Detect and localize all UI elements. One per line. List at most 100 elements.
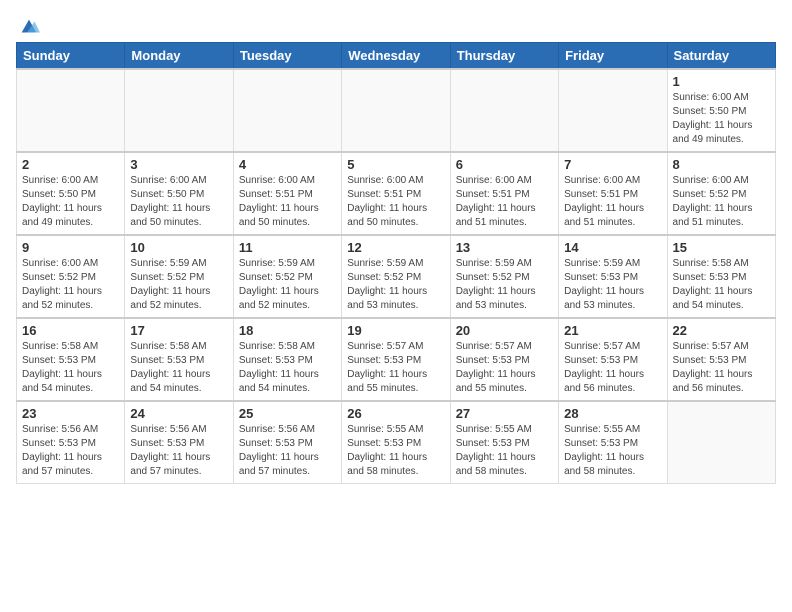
day-cell: 13 Sunrise: 5:59 AM Sunset: 5:52 PM Dayli… [450,235,558,318]
calendar-table: SundayMondayTuesdayWednesdayThursdayFrid… [16,42,776,484]
day-info: Sunrise: 5:57 AM Sunset: 5:53 PM Dayligh… [673,340,770,396]
day-info: Sunrise: 6:00 AM Sunset: 5:50 PM Dayligh… [130,174,227,230]
day-cell: 20 Sunrise: 5:57 AM Sunset: 5:53 PM Dayli… [450,318,558,401]
day-info: Sunrise: 6:00 AM Sunset: 5:52 PM Dayligh… [673,174,770,230]
day-info: Sunrise: 5:57 AM Sunset: 5:53 PM Dayligh… [564,340,661,396]
week-row-1: 1 Sunrise: 6:00 AM Sunset: 5:50 PM Daylig… [17,69,776,152]
day-cell [17,69,125,152]
logo [16,16,40,32]
col-header-monday: Monday [125,43,233,70]
day-number: 23 [22,406,119,421]
day-cell [559,69,667,152]
day-cell: 10 Sunrise: 5:59 AM Sunset: 5:52 PM Dayli… [125,235,233,318]
day-info: Sunrise: 5:59 AM Sunset: 5:52 PM Dayligh… [130,257,227,313]
week-row-4: 16 Sunrise: 5:58 AM Sunset: 5:53 PM Dayli… [17,318,776,401]
day-cell [667,401,775,484]
day-cell: 18 Sunrise: 5:58 AM Sunset: 5:53 PM Dayli… [233,318,341,401]
day-info: Sunrise: 6:00 AM Sunset: 5:51 PM Dayligh… [564,174,661,230]
day-info: Sunrise: 6:00 AM Sunset: 5:50 PM Dayligh… [673,91,770,147]
day-number: 1 [673,74,770,89]
day-info: Sunrise: 6:00 AM Sunset: 5:51 PM Dayligh… [239,174,336,230]
day-cell: 7 Sunrise: 6:00 AM Sunset: 5:51 PM Daylig… [559,152,667,235]
day-number: 6 [456,157,553,172]
day-info: Sunrise: 5:57 AM Sunset: 5:53 PM Dayligh… [347,340,444,396]
day-cell: 21 Sunrise: 5:57 AM Sunset: 5:53 PM Dayli… [559,318,667,401]
day-number: 19 [347,323,444,338]
day-cell: 11 Sunrise: 5:59 AM Sunset: 5:52 PM Dayli… [233,235,341,318]
day-info: Sunrise: 5:56 AM Sunset: 5:53 PM Dayligh… [239,423,336,479]
day-cell [125,69,233,152]
day-info: Sunrise: 5:58 AM Sunset: 5:53 PM Dayligh… [130,340,227,396]
day-info: Sunrise: 6:00 AM Sunset: 5:51 PM Dayligh… [456,174,553,230]
week-row-5: 23 Sunrise: 5:56 AM Sunset: 5:53 PM Dayli… [17,401,776,484]
day-cell [233,69,341,152]
day-number: 14 [564,240,661,255]
week-row-2: 2 Sunrise: 6:00 AM Sunset: 5:50 PM Daylig… [17,152,776,235]
day-number: 20 [456,323,553,338]
day-number: 26 [347,406,444,421]
page-header [16,16,776,32]
day-cell: 28 Sunrise: 5:55 AM Sunset: 5:53 PM Dayli… [559,401,667,484]
day-info: Sunrise: 5:55 AM Sunset: 5:53 PM Dayligh… [564,423,661,479]
day-cell: 19 Sunrise: 5:57 AM Sunset: 5:53 PM Dayli… [342,318,450,401]
day-number: 4 [239,157,336,172]
day-cell: 3 Sunrise: 6:00 AM Sunset: 5:50 PM Daylig… [125,152,233,235]
day-number: 25 [239,406,336,421]
day-info: Sunrise: 5:58 AM Sunset: 5:53 PM Dayligh… [239,340,336,396]
day-number: 8 [673,157,770,172]
day-number: 24 [130,406,227,421]
day-cell: 4 Sunrise: 6:00 AM Sunset: 5:51 PM Daylig… [233,152,341,235]
day-cell: 27Sunrise: 5:55 AM Sunset: 5:53 PM Dayli… [450,401,558,484]
col-header-thursday: Thursday [450,43,558,70]
day-info: Sunrise: 5:55 AM Sunset: 5:53 PM Dayligh… [456,423,553,479]
week-row-3: 9Sunrise: 6:00 AM Sunset: 5:52 PM Daylig… [17,235,776,318]
day-cell: 22 Sunrise: 5:57 AM Sunset: 5:53 PM Dayli… [667,318,775,401]
logo-icon [18,16,40,38]
day-number: 22 [673,323,770,338]
day-cell: 25 Sunrise: 5:56 AM Sunset: 5:53 PM Dayli… [233,401,341,484]
day-cell: 17Sunrise: 5:58 AM Sunset: 5:53 PM Dayli… [125,318,233,401]
day-info: Sunrise: 5:59 AM Sunset: 5:52 PM Dayligh… [347,257,444,313]
day-info: Sunrise: 5:57 AM Sunset: 5:53 PM Dayligh… [456,340,553,396]
day-number: 5 [347,157,444,172]
day-cell: 9Sunrise: 6:00 AM Sunset: 5:52 PM Daylig… [17,235,125,318]
day-cell: 24 Sunrise: 5:56 AM Sunset: 5:53 PM Dayli… [125,401,233,484]
day-number: 7 [564,157,661,172]
day-number: 21 [564,323,661,338]
day-info: Sunrise: 5:58 AM Sunset: 5:53 PM Dayligh… [22,340,119,396]
day-number: 13 [456,240,553,255]
day-cell: 15Sunrise: 5:58 AM Sunset: 5:53 PM Dayli… [667,235,775,318]
day-number: 28 [564,406,661,421]
day-number: 2 [22,157,119,172]
day-cell: 2 Sunrise: 6:00 AM Sunset: 5:50 PM Daylig… [17,152,125,235]
day-info: Sunrise: 5:56 AM Sunset: 5:53 PM Dayligh… [130,423,227,479]
day-cell: 16 Sunrise: 5:58 AM Sunset: 5:53 PM Dayli… [17,318,125,401]
day-number: 10 [130,240,227,255]
day-info: Sunrise: 6:00 AM Sunset: 5:50 PM Dayligh… [22,174,119,230]
day-number: 12 [347,240,444,255]
day-info: Sunrise: 5:55 AM Sunset: 5:53 PM Dayligh… [347,423,444,479]
day-info: Sunrise: 5:59 AM Sunset: 5:52 PM Dayligh… [456,257,553,313]
col-header-tuesday: Tuesday [233,43,341,70]
calendar-header-row: SundayMondayTuesdayWednesdayThursdayFrid… [17,43,776,70]
day-cell [342,69,450,152]
day-cell: 6 Sunrise: 6:00 AM Sunset: 5:51 PM Daylig… [450,152,558,235]
day-number: 16 [22,323,119,338]
day-info: Sunrise: 5:56 AM Sunset: 5:53 PM Dayligh… [22,423,119,479]
day-cell [450,69,558,152]
day-info: Sunrise: 6:00 AM Sunset: 5:51 PM Dayligh… [347,174,444,230]
day-number: 11 [239,240,336,255]
day-number: 18 [239,323,336,338]
day-info: Sunrise: 5:58 AM Sunset: 5:53 PM Dayligh… [673,257,770,313]
day-info: Sunrise: 6:00 AM Sunset: 5:52 PM Dayligh… [22,257,119,313]
day-cell: 12 Sunrise: 5:59 AM Sunset: 5:52 PM Dayli… [342,235,450,318]
col-header-sunday: Sunday [17,43,125,70]
day-cell: 5 Sunrise: 6:00 AM Sunset: 5:51 PM Daylig… [342,152,450,235]
col-header-saturday: Saturday [667,43,775,70]
day-number: 3 [130,157,227,172]
day-cell: 23 Sunrise: 5:56 AM Sunset: 5:53 PM Dayli… [17,401,125,484]
col-header-wednesday: Wednesday [342,43,450,70]
day-info: Sunrise: 5:59 AM Sunset: 5:52 PM Dayligh… [239,257,336,313]
day-cell: 26 Sunrise: 5:55 AM Sunset: 5:53 PM Dayli… [342,401,450,484]
day-cell: 14Sunrise: 5:59 AM Sunset: 5:53 PM Dayli… [559,235,667,318]
